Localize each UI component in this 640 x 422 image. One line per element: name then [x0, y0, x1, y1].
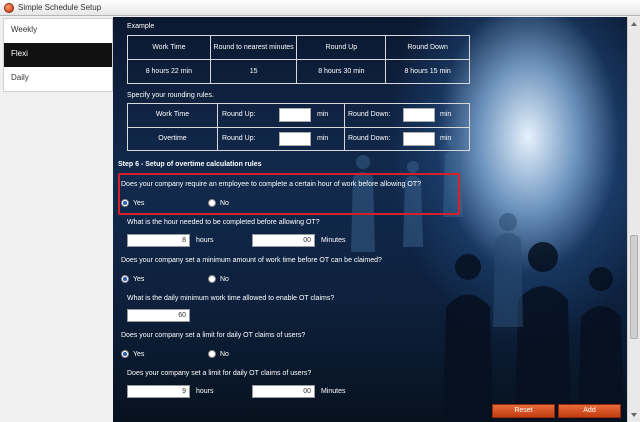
highlight-box: [118, 173, 460, 215]
ot-round-up-unit: min: [317, 135, 329, 142]
sidebar-item-daily[interactable]: Daily: [4, 67, 112, 91]
ot-round-up-label: Round Up:: [222, 135, 256, 142]
rounding-row-work-round-up: Round Up: min: [218, 104, 345, 128]
rounding-row-ot-round-up: Round Up: min: [218, 128, 345, 151]
q1-yes-radio[interactable]: [121, 199, 129, 207]
example-value-round-nearest: 15: [209, 59, 298, 84]
q3a-hours-input[interactable]: 9: [127, 385, 190, 398]
example-header-round-down: Round Down: [385, 35, 470, 60]
q2-yes-option[interactable]: Yes: [121, 275, 144, 283]
example-header-work-time: Work Time: [127, 35, 211, 60]
main-panel: Example Work Time Round to nearest minut…: [113, 17, 627, 422]
work-round-up-label: Round Up:: [222, 111, 256, 118]
q1-yes-label: Yes: [133, 199, 145, 207]
title-bar: Simple Schedule Setup: [0, 0, 640, 16]
q2-no-option[interactable]: No: [208, 275, 229, 283]
scrollbar-thumb[interactable]: [630, 235, 638, 339]
scroll-down-arrow-icon[interactable]: [631, 413, 637, 417]
example-value-work-time: 8 hours 22 min: [127, 59, 211, 84]
q3a-hours-unit: hours: [196, 388, 214, 395]
sidebar-item-weekly[interactable]: Weekly: [4, 19, 112, 43]
ot-round-down-unit: min: [440, 135, 452, 142]
work-round-up-unit: min: [317, 111, 329, 118]
ot-round-down-label: Round Down:: [348, 135, 391, 142]
q2-no-radio[interactable]: [208, 275, 216, 283]
q3-question: Does your company set a limit for daily …: [121, 332, 306, 339]
q2-no-label: No: [220, 275, 229, 283]
q3-no-option[interactable]: No: [208, 350, 229, 358]
add-button[interactable]: Add: [558, 404, 621, 418]
q3a-minutes-input[interactable]: 00: [252, 385, 315, 398]
q3-yes-radio[interactable]: [121, 350, 129, 358]
ot-round-up-input[interactable]: [279, 132, 311, 146]
q1a-minutes-unit: Minutes: [321, 237, 346, 244]
rounding-row-label-overtime: Overtime: [128, 128, 218, 151]
q2-yes-radio[interactable]: [121, 275, 129, 283]
q1-no-label: No: [220, 199, 229, 207]
app-icon: [4, 3, 14, 13]
q3-yes-option[interactable]: Yes: [121, 350, 144, 358]
vertical-scrollbar[interactable]: [627, 17, 640, 422]
work-round-up-input[interactable]: [279, 108, 311, 122]
example-title: Example: [127, 23, 155, 30]
q1a-hours-unit: hours: [196, 237, 214, 244]
rounding-table: Work Time Round Up: min Round Down: min …: [127, 103, 470, 151]
q3a-question: Does your company set a limit for daily …: [127, 370, 312, 377]
q3a-minutes-unit: Minutes: [321, 388, 346, 395]
sidebar-item-flexi[interactable]: Flexi: [4, 43, 112, 67]
example-value-round-up: 8 hours 30 min: [296, 59, 387, 84]
q3-no-radio[interactable]: [208, 350, 216, 358]
sidebar: Weekly Flexi Daily: [3, 18, 113, 92]
example-value-round-down: 8 hours 15 min: [385, 59, 470, 84]
example-table: Work Time Round to nearest minutes Round…: [127, 35, 470, 84]
reset-button[interactable]: Reset: [492, 404, 555, 418]
q1-no-option[interactable]: No: [208, 199, 229, 207]
q3-yes-label: Yes: [133, 350, 145, 358]
q2a-value-input[interactable]: 60: [127, 309, 190, 322]
window-title: Simple Schedule Setup: [18, 3, 102, 12]
q2-question: Does your company set a minimum amount o…: [121, 257, 382, 264]
step6-title: Step 6 - Setup of overtime calculation r…: [118, 161, 262, 168]
rounding-row-ot-round-down: Round Down: min: [345, 128, 469, 151]
q2-yes-label: Yes: [133, 275, 145, 283]
work-round-down-input[interactable]: [403, 108, 435, 122]
rounding-row-work-round-down: Round Down: min: [345, 104, 469, 128]
example-header-round-up: Round Up: [296, 35, 387, 60]
q1-no-radio[interactable]: [208, 199, 216, 207]
q1-question: Does your company require an employee to…: [121, 181, 421, 188]
q1a-question: What is the hour needed to be completed …: [127, 219, 320, 226]
rounding-title: Specify your rounding rules.: [127, 92, 214, 99]
q1a-hours-input[interactable]: 8: [127, 234, 190, 247]
work-round-down-label: Round Down:: [348, 111, 391, 118]
q3-no-label: No: [220, 350, 229, 358]
work-round-down-unit: min: [440, 111, 452, 118]
scroll-up-arrow-icon[interactable]: [631, 22, 637, 26]
q2a-question: What is the daily minimum work time allo…: [127, 295, 335, 302]
rounding-row-label-work-time: Work Time: [128, 104, 218, 128]
ot-round-down-input[interactable]: [403, 132, 435, 146]
q1-yes-option[interactable]: Yes: [121, 199, 144, 207]
sidebar-empty-area: [3, 92, 113, 422]
q1a-minutes-input[interactable]: 00: [252, 234, 315, 247]
example-header-round-nearest: Round to nearest minutes: [209, 35, 298, 60]
